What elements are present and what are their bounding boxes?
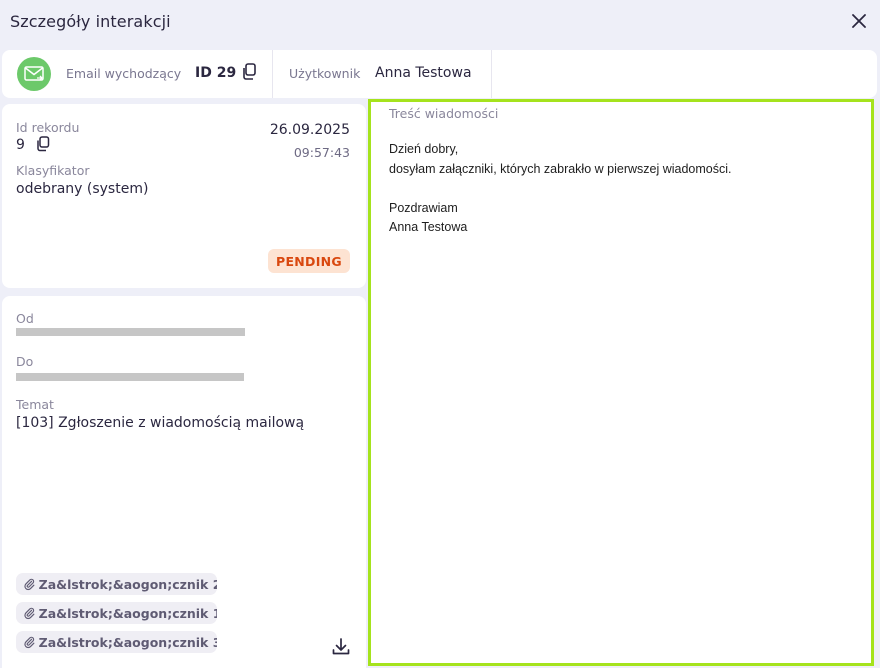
attachment-name: Za&lstrok;&aogon;cznik 3... bbox=[38, 634, 217, 650]
paperclip-icon bbox=[24, 578, 35, 591]
classifier-value: odebrany (system) bbox=[16, 181, 149, 197]
outgoing-mail-icon bbox=[17, 57, 51, 91]
status-badge: PENDING bbox=[267, 249, 350, 273]
paperclip-icon bbox=[24, 607, 35, 620]
interaction-info-bar: Email wychodzący ID 29 Użytkownik Anna T… bbox=[2, 50, 877, 98]
classifier-label: Klasyfikator bbox=[16, 163, 90, 178]
record-id-value: 9 bbox=[16, 137, 25, 153]
message-content-panel: Treść wiadomości Dzień dobry, dosyłam za… bbox=[368, 99, 874, 666]
interaction-id: ID 29 bbox=[195, 65, 237, 81]
message-line bbox=[389, 179, 861, 199]
attachment-chip[interactable]: Za&lstrok;&aogon;cznik 1... bbox=[16, 602, 217, 624]
attachment-name: Za&lstrok;&aogon;cznik 1... bbox=[38, 605, 217, 621]
attachment-chip[interactable]: Za&lstrok;&aogon;cznik 2... bbox=[16, 573, 217, 595]
record-time: 09:57:43 bbox=[293, 145, 350, 160]
record-card: Id rekordu 9 26.09.2025 09:57:43 Klasyfi… bbox=[2, 104, 366, 288]
from-label: Od bbox=[16, 311, 34, 326]
divider bbox=[272, 50, 273, 98]
message-line: Dzień dobry, bbox=[389, 142, 459, 156]
message-line: dosyłam załączniki, których zabrakło w p… bbox=[389, 161, 732, 176]
download-icon[interactable] bbox=[331, 637, 351, 657]
copy-icon[interactable] bbox=[36, 136, 50, 152]
attachment-name: Za&lstrok;&aogon;cznik 2... bbox=[38, 576, 217, 592]
subject-label: Temat bbox=[16, 397, 54, 412]
message-line: Anna Testowa bbox=[389, 220, 468, 234]
redacted-from-value bbox=[16, 328, 245, 336]
email-details-card: Od Do Temat [103] Zgłoszenie z wiadomośc… bbox=[2, 296, 366, 668]
attachment-chip[interactable]: Za&lstrok;&aogon;cznik 3... bbox=[16, 631, 217, 653]
user-name: Anna Testowa bbox=[375, 65, 472, 81]
message-content-label: Treść wiadomości bbox=[389, 106, 499, 121]
user-label: Użytkownik bbox=[289, 66, 361, 81]
subject-value: [103] Zgłoszenie z wiadomością mailową bbox=[16, 415, 305, 431]
interaction-type-label: Email wychodzący bbox=[66, 66, 182, 81]
redacted-to-value bbox=[16, 373, 244, 381]
record-date: 26.09.2025 bbox=[269, 122, 350, 138]
to-label: Do bbox=[16, 354, 34, 369]
title-bar: Szczegóły interakcji bbox=[0, 0, 880, 42]
record-id-label: Id rekordu bbox=[16, 120, 80, 135]
message-body: Dzień dobry, dosyłam załączniki, których… bbox=[389, 140, 861, 238]
dialog-title: Szczegóły interakcji bbox=[10, 11, 171, 31]
message-line: Pozdrawiam bbox=[389, 200, 458, 215]
divider bbox=[491, 50, 492, 98]
copy-icon[interactable] bbox=[241, 63, 257, 81]
paperclip-icon bbox=[24, 636, 35, 649]
close-icon[interactable] bbox=[848, 10, 870, 32]
